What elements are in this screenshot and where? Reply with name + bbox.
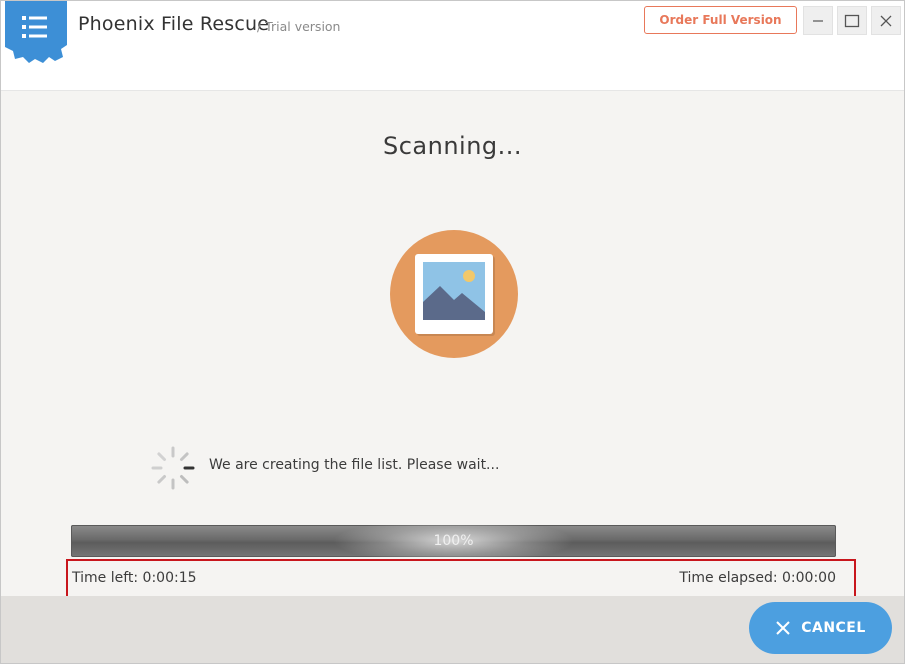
- order-full-version-button[interactable]: Order Full Version: [644, 6, 797, 34]
- time-left-label: Time left: 0:00:15: [72, 570, 197, 586]
- scan-progress-bar: 100%: [71, 525, 836, 557]
- time-info-box: Time left: 0:00:15 Time elapsed: 0:00:00: [66, 559, 856, 601]
- close-x-icon: [776, 621, 790, 635]
- title-bar: Phoenix File Rescue / Trial version Orde…: [1, 1, 904, 91]
- maximize-button[interactable]: [837, 6, 867, 35]
- menu-gear-icon[interactable]: [5, 1, 67, 67]
- close-button[interactable]: [871, 6, 901, 35]
- time-elapsed-label: Time elapsed: 0:00:00: [679, 570, 836, 586]
- app-title: Phoenix File Rescue: [78, 13, 270, 35]
- minimize-icon: [813, 19, 823, 22]
- status-message: We are creating the file list. Please wa…: [209, 457, 500, 473]
- minimize-button[interactable]: [803, 6, 833, 35]
- scanning-heading: Scanning...: [382, 132, 523, 160]
- image-file-icon: [390, 230, 518, 358]
- app-window: Phoenix File Rescue / Trial version Orde…: [0, 0, 905, 664]
- loading-spinner-icon: [151, 446, 195, 490]
- close-icon: [880, 15, 892, 26]
- app-subtitle: / Trial version: [257, 19, 341, 34]
- cancel-button[interactable]: CANCEL: [749, 602, 892, 654]
- cancel-label: CANCEL: [801, 620, 866, 636]
- progress-label: 100%: [433, 533, 474, 549]
- maximize-icon: [844, 14, 860, 27]
